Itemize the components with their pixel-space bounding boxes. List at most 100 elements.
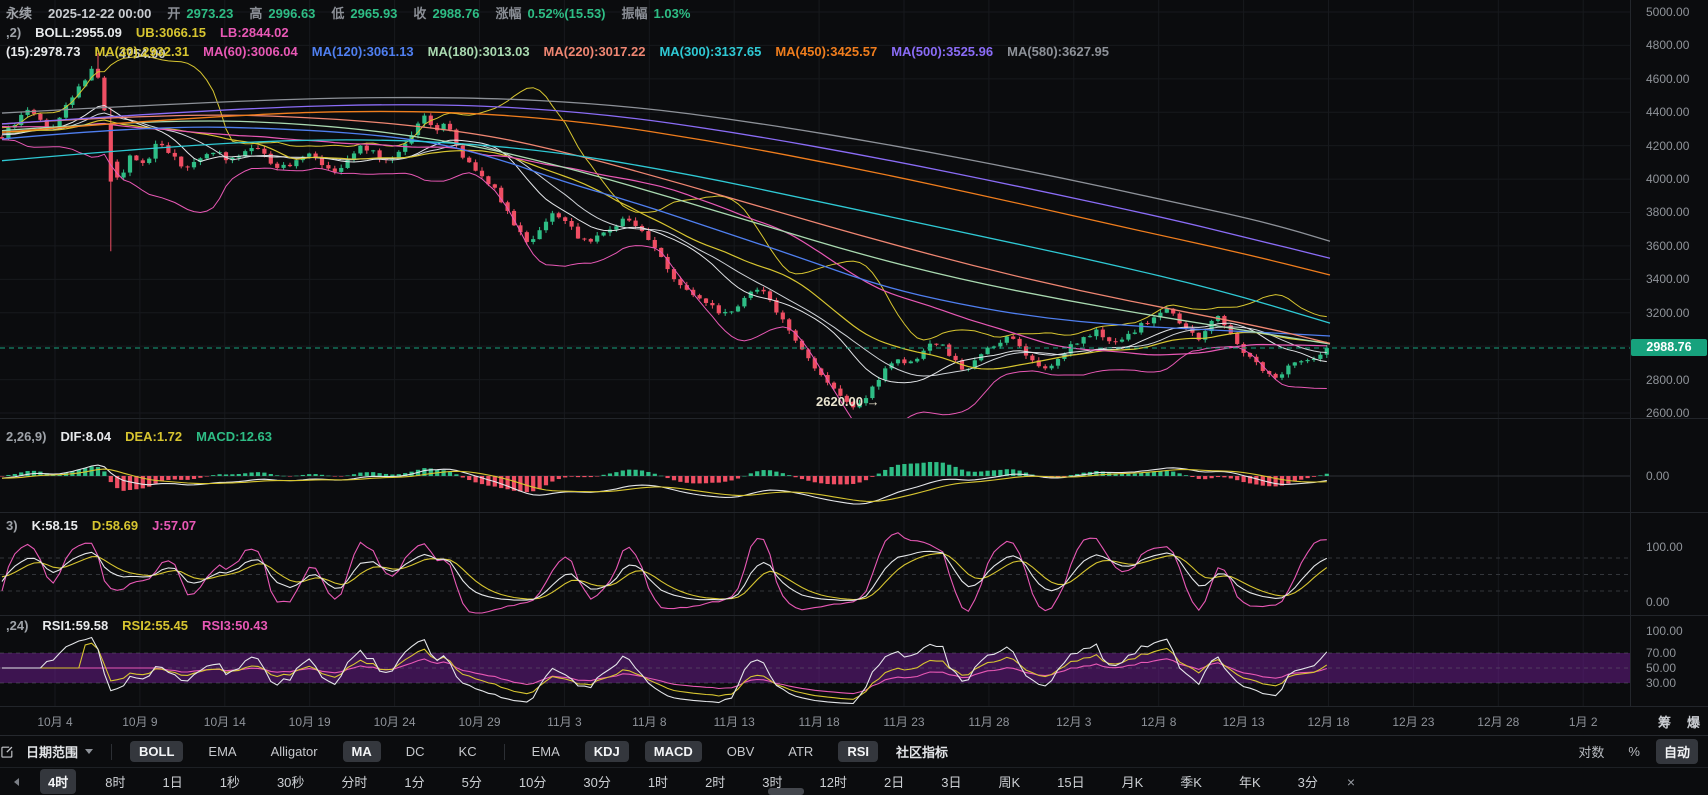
time-tick: 10月 14 <box>204 713 246 730</box>
scale-button-自动[interactable]: 自动 <box>1656 739 1698 764</box>
toolbar-divider <box>111 744 112 760</box>
time-tick: 10月 19 <box>289 713 331 730</box>
k-line <box>2 551 1327 600</box>
price-axis-label: 3400.00 <box>1646 272 1689 286</box>
indicator-button-dc[interactable]: DC <box>397 741 434 762</box>
sub-indicator-button-rsi[interactable]: RSI <box>838 741 878 762</box>
time-tick: 11月 18 <box>799 713 840 730</box>
trading-chart-app: 永续2025-12-22 00:00开2973.23高2996.63低2965.… <box>0 0 1708 795</box>
timeframe-button-5分[interactable]: 5分 <box>454 769 490 794</box>
panel-separator <box>0 615 1708 616</box>
timeframe-button-分时[interactable]: 分时 <box>333 769 375 794</box>
date-range-button[interactable]: 日期范围 <box>26 742 93 761</box>
boll-upper-line <box>2 56 1327 340</box>
time-tick: 12月 8 <box>1141 713 1176 730</box>
timeframe-toolbar: 4时8时1日1秒30秒分时1分5分10分30分1时2时3时12时2日3日周K15… <box>0 767 1708 795</box>
time-tick: 10月 4 <box>37 713 72 730</box>
sub-indicator-button-kdj[interactable]: KDJ <box>585 741 629 762</box>
indicator-button-boll[interactable]: BOLL <box>130 741 183 762</box>
price-chart[interactable] <box>0 0 1630 418</box>
time-tick: 12月 23 <box>1392 713 1434 730</box>
sub-indicator-button-atr[interactable]: ATR <box>779 741 822 762</box>
price-axis-label: 3800.00 <box>1646 205 1689 219</box>
time-tick: 11月 13 <box>714 713 755 730</box>
rsi-axis-label: 30.00 <box>1646 676 1676 690</box>
indicator-button-alligator[interactable]: Alligator <box>262 741 327 762</box>
dif-line <box>2 465 1327 504</box>
chip-button-筹[interactable]: 筹 <box>1658 712 1671 731</box>
current-price-badge: 2988.76 <box>1631 339 1707 356</box>
time-axis-buttons: 筹爆 <box>1658 712 1700 731</box>
price-axis-label: 4600.00 <box>1646 72 1689 86</box>
timeframe-button-3日[interactable]: 3日 <box>933 769 969 794</box>
timeframe-button-1时[interactable]: 1时 <box>640 769 676 794</box>
time-tick: 12月 13 <box>1223 713 1265 730</box>
date-range-label: 日期范围 <box>26 742 78 761</box>
community-label: 社区指标 <box>896 742 948 761</box>
panel-separator <box>0 512 1708 513</box>
kdj-axis-label: 100.00 <box>1646 540 1683 554</box>
price-axis-label: 5000.00 <box>1646 5 1689 19</box>
time-tick: 12月 3 <box>1056 713 1091 730</box>
timeframe-button-月K[interactable]: 月K <box>1114 769 1152 794</box>
timeframe-button-周K[interactable]: 周K <box>990 769 1028 794</box>
close-icon[interactable]: × <box>1347 774 1355 790</box>
timeframe-button-年K[interactable]: 年K <box>1231 769 1269 794</box>
rsi-axis-label: 100.00 <box>1646 624 1683 638</box>
time-tick: 11月 3 <box>547 713 581 730</box>
timeframe-button-30分[interactable]: 30分 <box>575 769 618 794</box>
time-tick: 12月 18 <box>1307 713 1349 730</box>
chip-button-爆[interactable]: 爆 <box>1687 712 1700 731</box>
time-tick: 1月 2 <box>1569 713 1598 730</box>
timeframe-button-1秒[interactable]: 1秒 <box>212 769 248 794</box>
ma580-line <box>2 98 1330 242</box>
timeframe-button-1日[interactable]: 1日 <box>154 769 190 794</box>
community-indicators-button[interactable]: 社区指标 <box>896 742 948 761</box>
timeframe-button-2日[interactable]: 2日 <box>876 769 912 794</box>
price-grid <box>0 0 1630 418</box>
sub-indicator-button-macd[interactable]: MACD <box>645 741 702 762</box>
price-axis-label: 4200.00 <box>1646 139 1689 153</box>
price-axis-label: 4400.00 <box>1646 105 1689 119</box>
time-tick: 10月 24 <box>374 713 416 730</box>
scale-controls: 对数% 自动 <box>1570 739 1708 764</box>
timeframe-group: 4时8时1日1秒30秒分时1分5分10分30分1时2时3时12时2日3日周K15… <box>40 769 1326 794</box>
timeframe-button-10分[interactable]: 10分 <box>511 769 554 794</box>
price-axis-label: 3600.00 <box>1646 239 1689 253</box>
indicator-button-ema[interactable]: EMA <box>199 741 245 762</box>
indicator-button-kc[interactable]: KC <box>450 741 486 762</box>
scale-button-%[interactable]: % <box>1620 741 1648 762</box>
timeframe-scroll-handle[interactable] <box>768 788 804 795</box>
time-tick: 11月 28 <box>968 713 1009 730</box>
time-tick: 12月 28 <box>1477 713 1519 730</box>
edit-icon <box>0 745 14 759</box>
scroll-left-icon[interactable] <box>14 778 19 786</box>
timeframe-button-4时[interactable]: 4时 <box>40 769 76 794</box>
time-tick: 11月 23 <box>883 713 924 730</box>
timeframe-button-3分[interactable]: 3分 <box>1290 769 1326 794</box>
rsi-panel[interactable] <box>0 616 1630 706</box>
timeframe-button-30秒[interactable]: 30秒 <box>269 769 312 794</box>
timeframe-button-2时[interactable]: 2时 <box>697 769 733 794</box>
timeframe-button-15日[interactable]: 15日 <box>1049 769 1092 794</box>
sub-indicator-button-obv[interactable]: OBV <box>718 741 763 762</box>
kdj-panel[interactable] <box>0 513 1630 615</box>
time-tick: 10月 9 <box>122 713 157 730</box>
ma300-line <box>2 140 1330 323</box>
time-tick: 10月 29 <box>458 713 500 730</box>
macd-panel[interactable] <box>0 419 1630 512</box>
kdj-axis-label: 0.00 <box>1646 595 1669 609</box>
indicator-button-ma[interactable]: MA <box>343 741 381 762</box>
panel-separator <box>0 418 1708 419</box>
timeframe-button-12时[interactable]: 12时 <box>812 769 855 794</box>
time-tick: 11月 8 <box>632 713 666 730</box>
scale-button-对数[interactable]: 对数 <box>1570 739 1612 764</box>
time-axis[interactable]: 10月 4 10月 9 10月 14 10月 19 10月 24 10月 29 11月 3 1… <box>0 706 1708 735</box>
timeframe-button-8时[interactable]: 8时 <box>97 769 133 794</box>
panel-separator <box>0 706 1708 707</box>
price-axis-label: 2800.00 <box>1646 373 1689 387</box>
sub-indicator-button-ema[interactable]: EMA <box>523 741 569 762</box>
main-indicator-group: BOLL EMA Alligator MA DC KC <box>130 741 486 762</box>
timeframe-button-季K[interactable]: 季K <box>1172 769 1210 794</box>
timeframe-button-1分[interactable]: 1分 <box>396 769 432 794</box>
